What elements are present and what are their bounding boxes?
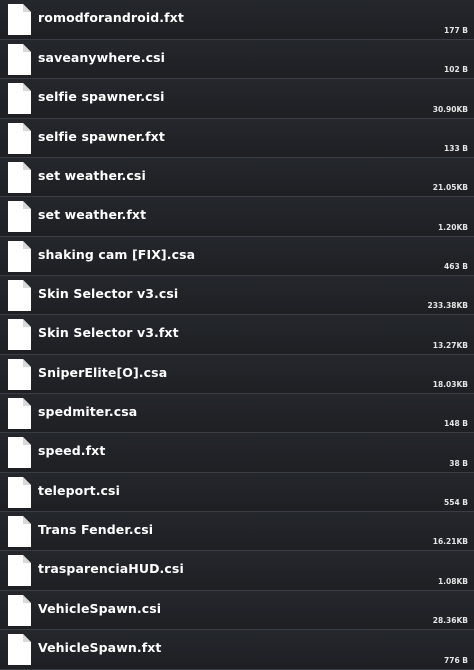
file-size: 18.03KB <box>432 380 468 390</box>
file-icon <box>8 4 31 35</box>
file-icon <box>8 555 31 587</box>
file-size: 102 B <box>444 65 468 75</box>
file-size: 148 B <box>444 419 468 429</box>
file-row[interactable]: set weather.csi 21.05KB <box>0 158 474 198</box>
file-icon <box>8 122 31 154</box>
file-row[interactable]: selfie spawner.csi 30.90KB <box>0 79 474 119</box>
file-size: 38 B <box>449 458 468 468</box>
file-size: 28.36KB <box>432 616 468 626</box>
file-row[interactable]: set weather.fxt 1.20KB <box>0 197 474 237</box>
file-icon <box>8 162 31 194</box>
file-name: shaking cam [FIX].csa <box>38 246 196 262</box>
file-name: saveanywhere.csi <box>38 50 166 65</box>
file-icon <box>8 240 31 272</box>
file-name: selfie spawner.fxt <box>38 128 165 144</box>
file-size: 233.38KB <box>427 301 468 311</box>
file-row[interactable]: selfie spawner.fxt 133 B <box>0 118 474 159</box>
file-row[interactable]: spedmiter.csa 148 B <box>0 394 474 434</box>
file-name: SniperElite[O].csa <box>38 364 168 380</box>
file-list: romodforandroid.fxt 177 B saveanywhere.c… <box>0 0 474 670</box>
file-name: Skin Selector v3.csi <box>38 286 179 302</box>
file-row[interactable]: trasparenciaHUD.csi 1.08KB <box>0 551 474 591</box>
file-name: set weather.fxt <box>38 207 147 223</box>
file-icon <box>8 634 31 666</box>
file-size: 30.90KB <box>432 104 468 114</box>
file-row[interactable]: VehicleSpawn.csi 28.36KB <box>0 590 474 631</box>
file-name: spedmiter.csa <box>38 404 138 420</box>
file-name: set weather.csi <box>38 168 146 184</box>
file-row[interactable]: Skin Selector v3.csi 233.38KB <box>0 276 474 316</box>
file-name: Skin Selector v3.fxt <box>38 325 179 341</box>
file-name: teleport.csi <box>38 482 120 498</box>
file-row[interactable]: VehicleSpawn.fxt 776 B <box>0 630 474 670</box>
file-name: trasparenciaHUD.csi <box>38 561 184 577</box>
file-row[interactable]: Skin Selector v3.fxt 13.27KB <box>0 315 474 355</box>
file-icon <box>8 594 31 626</box>
file-row[interactable]: speed.fxt 38 B <box>0 433 474 473</box>
file-icon <box>8 476 31 508</box>
file-icon <box>8 516 31 548</box>
file-row[interactable]: Trans Fender.csi 16.21KB <box>0 512 474 552</box>
file-name: VehicleSpawn.fxt <box>38 640 162 656</box>
file-row[interactable]: saveanywhere.csi 102 B <box>0 40 474 80</box>
file-icon <box>8 437 31 469</box>
file-name: Trans Fender.csi <box>38 522 154 538</box>
file-name: speed.fxt <box>38 443 106 459</box>
file-size: 1.08KB <box>437 576 468 586</box>
file-size: 21.05KB <box>432 183 468 193</box>
file-icon <box>8 280 31 312</box>
file-icon <box>8 83 31 115</box>
file-size: 16.21KB <box>432 537 468 547</box>
file-icon <box>8 201 31 233</box>
file-row[interactable]: shaking cam [FIX].csa 463 B <box>0 236 474 277</box>
file-size: 776 B <box>444 655 468 665</box>
file-size: 1.20KB <box>437 222 468 232</box>
file-name: romodforandroid.fxt <box>38 10 184 25</box>
file-size: 554 B <box>444 498 468 508</box>
file-size: 177 B <box>444 26 468 35</box>
file-name: VehicleSpawn.csi <box>38 600 162 616</box>
file-icon <box>8 319 31 351</box>
file-size: 133 B <box>444 144 468 154</box>
file-row[interactable]: romodforandroid.fxt 177 B <box>0 0 474 40</box>
file-name: selfie spawner.csi <box>38 89 165 105</box>
file-size: 13.27KB <box>432 340 468 350</box>
file-icon <box>8 358 31 390</box>
file-icon <box>8 398 31 430</box>
file-icon <box>8 44 31 75</box>
file-size: 463 B <box>444 262 468 272</box>
file-row[interactable]: SniperElite[O].csa 18.03KB <box>0 354 474 395</box>
file-row[interactable]: teleport.csi 554 B <box>0 472 474 513</box>
